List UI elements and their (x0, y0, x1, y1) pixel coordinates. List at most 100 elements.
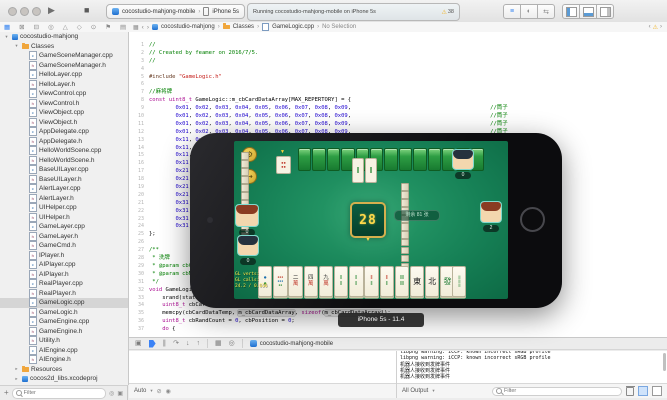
debug-navigator-icon[interactable]: ⊙ (91, 23, 96, 31)
hand-tile[interactable]: ‖‖ (364, 266, 378, 297)
code-line[interactable]: 37 do { (129, 326, 667, 334)
project-navigator-icon[interactable]: ▦ (4, 23, 10, 31)
symbols-navigator-icon[interactable]: ⊟ (34, 23, 39, 31)
file-row[interactable]: hBaseUILayer.h (0, 175, 128, 185)
close-window-button[interactable] (8, 7, 17, 16)
code-line[interactable]: 6 (129, 81, 667, 89)
forward-icon[interactable]: › (147, 24, 149, 31)
file-row[interactable]: cBaseUILayer.cpp (0, 165, 128, 175)
source-control-status-icon[interactable]: ▣ (117, 390, 123, 397)
recent-files-icon[interactable]: ◎ (109, 390, 114, 397)
toggle-debug-area-button[interactable] (580, 4, 597, 19)
navigator-filter-input[interactable] (24, 390, 102, 396)
hand-tile[interactable]: 四萬 (304, 266, 318, 297)
file-row[interactable]: hRealPlayer.h (0, 289, 128, 299)
breadcrumb-folder[interactable]: Classes (233, 24, 254, 30)
file-row[interactable]: cGameSceneManager.cpp (0, 51, 128, 61)
find-navigator-icon[interactable]: ◎ (48, 23, 54, 31)
step-into-icon[interactable]: ↓ (186, 340, 190, 347)
file-row[interactable]: hUtility.h (0, 336, 128, 346)
zoom-window-button[interactable] (32, 7, 41, 16)
hand-tile[interactable]: 北 (425, 266, 439, 297)
breadcrumb-project[interactable]: cocostudio-mahjong (161, 24, 215, 30)
file-row[interactable]: cGameLogic.cpp (0, 298, 128, 308)
file-row[interactable]: hIPlayer.h (0, 251, 128, 261)
code-line[interactable]: 7//麻将牌 (129, 89, 667, 97)
stop-button[interactable]: ■ (84, 5, 89, 16)
disclosure-icon[interactable]: ▸ (14, 376, 19, 382)
file-row[interactable]: hGameLogic.h (0, 308, 128, 318)
code-line[interactable]: 2// Created by feamer on 2016/7/5. (129, 50, 667, 58)
tests-navigator-icon[interactable]: ◇ (77, 23, 82, 31)
iphone-simulator[interactable]: ⚙ ↪ ▼ ●●●● ‖‖ 28 剩余 81 张 0 0 0 2 ●●●●●●●… (190, 133, 562, 308)
game-screen[interactable]: ⚙ ↪ ▼ ●●●● ‖‖ 28 剩余 81 张 0 0 0 2 ●●●●●●●… (234, 141, 508, 299)
hand-tile[interactable]: ●●●●●●●● (273, 266, 287, 297)
back-icon[interactable]: ‹ (142, 24, 144, 31)
code-line[interactable]: 8const uint8_t GameLogic::m_cbCardDataAr… (129, 97, 667, 105)
file-row[interactable]: cAIPlayer.cpp (0, 260, 128, 270)
console-output[interactable]: libpng warning: iCCP: known incorrect sR… (397, 351, 667, 383)
file-row[interactable]: cHelloWorldScene.cpp (0, 146, 128, 156)
breadcrumb-file[interactable]: GameLogic.cpp (272, 24, 314, 30)
file-row[interactable]: cViewObject.cpp (0, 108, 128, 118)
warning-badge[interactable]: ⚠ 38 (441, 9, 454, 16)
step-out-icon[interactable]: ↑ (197, 340, 201, 347)
file-row[interactable]: cHelloLayer.cpp (0, 70, 128, 80)
variables-scope-selector[interactable]: Auto (134, 388, 146, 394)
file-row[interactable]: cViewControl.cpp (0, 89, 128, 99)
hand-tile[interactable]: 二萬 (288, 266, 302, 297)
navigator-filter-field[interactable] (12, 388, 106, 399)
file-row[interactable]: hHelloWorldScene.h (0, 156, 128, 166)
drawn-tile[interactable]: ||||||||| (452, 266, 466, 297)
player-hand[interactable]: ●●●●●●●●●●二萬四萬九萬‖‖‖‖‖‖‖‖‖‖‖‖東北發 (258, 266, 455, 297)
hand-tile[interactable]: ‖‖‖‖ (395, 266, 409, 297)
file-row[interactable]: hGameLayer.h (0, 232, 128, 242)
console-filter-field[interactable] (492, 387, 622, 396)
file-row[interactable]: cGameEngine.cpp (0, 317, 128, 327)
hand-tile[interactable]: 東 (410, 266, 424, 297)
show-console-toggle[interactable] (652, 386, 662, 396)
file-row[interactable]: ▾cocostudio-mahjong (0, 32, 128, 42)
next-issue-icon[interactable]: › (660, 24, 662, 30)
step-over-icon[interactable]: ↷ (173, 340, 179, 347)
reports-navigator-icon[interactable]: ▤ (120, 23, 126, 31)
hand-tile[interactable]: ‖‖ (334, 266, 348, 297)
info-icon[interactable]: ◉ (166, 388, 171, 395)
code-line[interactable]: 9 0x01, 0x02, 0x03, 0x04, 0x05, 0x06, 0x… (129, 105, 667, 113)
code-line[interactable]: 4 (129, 66, 667, 74)
home-button[interactable] (520, 207, 545, 232)
view-hierarchy-icon[interactable]: ▦ (215, 340, 222, 347)
pause-icon[interactable]: ∥ (163, 340, 167, 347)
file-row[interactable]: hGameCmd.h (0, 241, 128, 251)
run-button[interactable]: ▶ (48, 5, 55, 16)
source-control-navigator-icon[interactable]: ⊠ (19, 23, 24, 31)
disclosure-icon[interactable]: ▸ (14, 366, 19, 372)
related-items-icon[interactable]: ▦ (133, 24, 139, 31)
clear-console-icon[interactable] (626, 387, 634, 396)
toggle-inspectors-button[interactable] (597, 4, 614, 19)
code-line[interactable]: 10 0x01, 0x02, 0x03, 0x04, 0x05, 0x06, 0… (129, 113, 667, 121)
code-line[interactable]: 5#include "GameLogic.h" (129, 74, 667, 82)
hand-tile[interactable]: ‖‖ (349, 266, 363, 297)
file-row[interactable]: cAlertLayer.cpp (0, 184, 128, 194)
file-row[interactable]: hAppDelegate.h (0, 137, 128, 147)
file-row[interactable]: hGameEngine.h (0, 327, 128, 337)
file-row[interactable]: hAlertLayer.h (0, 194, 128, 204)
file-row[interactable]: ▸cocos2d_libs.xcodeproj (0, 374, 128, 384)
file-row[interactable]: hHelloLayer.h (0, 80, 128, 90)
show-variables-toggle[interactable] (638, 386, 648, 396)
disclosure-icon[interactable]: ▾ (14, 43, 19, 49)
hide-debug-area-icon[interactable]: ▣ (135, 340, 142, 347)
file-row[interactable]: cAppDelegate.cpp (0, 127, 128, 137)
add-icon[interactable]: + (4, 389, 9, 397)
file-row[interactable]: hAIEngine.h (0, 355, 128, 365)
file-row[interactable]: hViewControl.h (0, 99, 128, 109)
console-scope-selector[interactable]: All Output (402, 388, 428, 394)
file-row[interactable]: ▸Resources (0, 365, 128, 375)
file-row[interactable]: hViewObject.h (0, 118, 128, 128)
code-line[interactable]: 11 0x01, 0x02, 0x03, 0x04, 0x05, 0x06, 0… (129, 121, 667, 129)
disclosure-icon[interactable]: ▾ (4, 34, 9, 40)
hand-tile[interactable]: ‖‖ (380, 266, 394, 297)
activity-viewer[interactable]: Running cocostudio-mahjong-mobile on iPh… (247, 3, 460, 21)
scheme-selector[interactable]: cocostudio-mahjong-mobile › iPhone 5s (106, 4, 245, 19)
